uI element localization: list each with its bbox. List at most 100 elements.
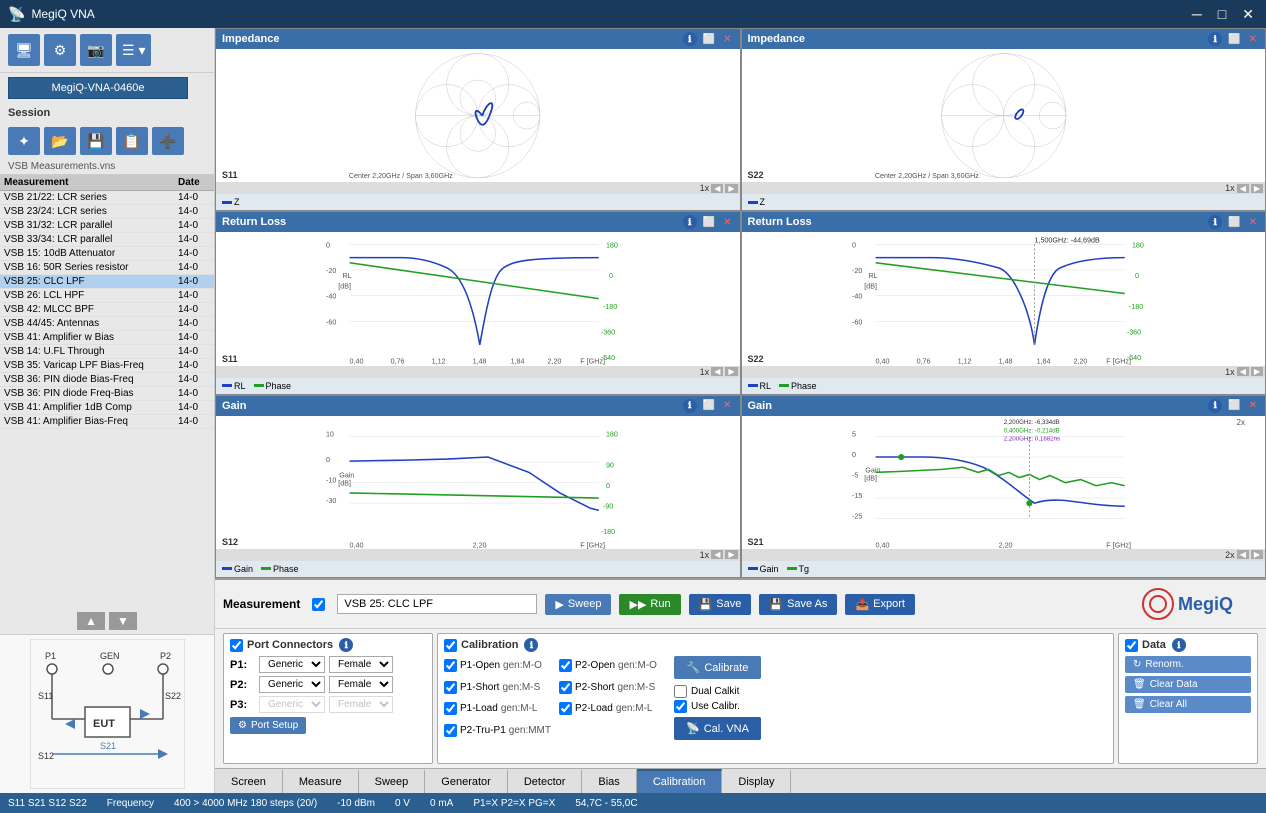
scroll-left-s12-gain[interactable]: ◀ [711,550,723,559]
data-info-icon[interactable]: ℹ [1172,638,1186,652]
nav-down-button[interactable]: ▼ [109,612,137,630]
port-p1-type[interactable]: Generic [259,656,325,673]
run-button[interactable]: ▶▶ Run [619,594,680,615]
scroll-left-s11-imp[interactable]: ◀ [711,184,723,193]
table-row[interactable]: VSB 41: Amplifier 1dB Comp14-0 [0,401,214,415]
chart-body-s22-rl[interactable]: 0 -20 -40 -60 180 0 -180 -360 -540 RL [d… [742,232,1266,365]
close-s22-rl[interactable]: ✕ [1247,217,1259,228]
table-row[interactable]: VSB 31/32: LCR parallel14-0 [0,219,214,233]
cal-vna-button[interactable]: 📡 Cal. VNA [674,717,761,740]
close-s21-gain[interactable]: ✕ [1247,400,1259,411]
table-row[interactable]: VSB 44/45: Antennas14-0 [0,317,214,331]
screenshot-button[interactable]: 📷 [80,34,112,66]
info-icon-s12-gain[interactable]: ℹ [683,399,697,413]
scroll-left-s11-rl[interactable]: ◀ [711,367,723,376]
close-s11-imp[interactable]: ✕ [721,34,733,45]
cal-p1-short-check[interactable] [444,681,457,694]
save-as-button[interactable]: 💾 Save As [759,594,837,615]
cal-p2-short-check[interactable] [559,681,572,694]
cal-p2-tru-p1-check[interactable] [444,724,457,737]
measurement-name-input[interactable] [337,594,537,614]
table-row[interactable]: VSB 21/22: LCR series14-0 [0,191,214,205]
expand-s11-imp[interactable]: ⬜ [701,34,717,45]
close-button[interactable]: ✕ [1238,6,1258,23]
tab-sweep[interactable]: Sweep [359,769,426,793]
device-selector[interactable]: MegiQ-VNA-0460e [8,77,188,99]
scroll-left-s22-imp[interactable]: ◀ [1237,184,1249,193]
scroll-left-s22-rl[interactable]: ◀ [1237,367,1249,376]
open-session-button[interactable]: 📂 [44,127,76,155]
expand-s22-rl[interactable]: ⬜ [1226,217,1242,228]
tab-screen[interactable]: Screen [215,769,283,793]
cal-enabled-checkbox[interactable] [444,639,457,652]
chart-body-s21-gain[interactable]: 5 0 -5 -15 -25 2,200GHz: -6,334dB 0,400G… [742,416,1266,549]
settings-button[interactable]: ⚙ [44,34,76,66]
scroll-right-s12-gain[interactable]: ▶ [725,550,737,559]
port-p2-gender[interactable]: Female [329,676,393,693]
table-row[interactable]: VSB 36: PIN diode Bias-Freq14-0 [0,373,214,387]
close-s12-gain[interactable]: ✕ [721,400,733,411]
tab-bias[interactable]: Bias [582,769,636,793]
info-icon-s22-rl[interactable]: ℹ [1208,215,1222,229]
expand-s12-gain[interactable]: ⬜ [701,400,717,411]
table-row[interactable]: VSB 16: 50R Series resistor14-0 [0,261,214,275]
scroll-right-s11-rl[interactable]: ▶ [725,367,737,376]
add-session-button[interactable]: ➕ [152,127,184,155]
scroll-left-s21-gain[interactable]: ◀ [1237,550,1249,559]
new-button[interactable]: 🖥 [8,34,40,66]
chart-body-s22-imp[interactable]: 4590 Center 2,20GHz / Span 3,60GHz S22 [742,49,1266,182]
cal-p2-load-check[interactable] [559,702,572,715]
table-row[interactable]: VSB 36: PIN diode Freq-Bias14-0 [0,387,214,401]
expand-s11-rl[interactable]: ⬜ [701,217,717,228]
save-button[interactable]: 💾 Save [689,594,752,615]
minimize-button[interactable]: ─ [1188,6,1206,23]
tab-calibration[interactable]: Calibration [637,769,723,793]
cal-info-icon[interactable]: ℹ [524,638,538,652]
scroll-right-s22-imp[interactable]: ▶ [1251,184,1263,193]
close-s22-imp[interactable]: ✕ [1247,34,1259,45]
table-row[interactable]: VSB 42: MLCC BPF14-0 [0,303,214,317]
chart-body-s11-imp[interactable]: Center 2,20GHz / Span 3,60GHz S11 [216,49,740,182]
port-info-icon[interactable]: ℹ [339,638,353,652]
sweep-button[interactable]: ▶ Sweep [545,594,611,615]
table-row[interactable]: VSB 41: Amplifier Bias-Freq14-0 [0,415,214,429]
tab-detector[interactable]: Detector [508,769,583,793]
new-session-button[interactable]: ✦ [8,127,40,155]
info-icon-s22-imp[interactable]: ℹ [1208,32,1222,46]
close-s11-rl[interactable]: ✕ [721,217,733,228]
export-button[interactable]: 📤 Export [845,594,915,615]
port-p1-gender[interactable]: Female [329,656,393,673]
clear-data-button[interactable]: 🗑 Clear Data [1125,676,1251,693]
menu-button[interactable]: ☰ ▾ [116,34,151,66]
tab-display[interactable]: Display [722,769,791,793]
info-icon-s11-rl[interactable]: ℹ [683,215,697,229]
table-row[interactable]: VSB 14: U.FL Through14-0 [0,345,214,359]
chart-body-s11-rl[interactable]: 0 -20 -40 -60 180 0 -180 -360 -540 RL [d… [216,232,740,365]
cal-p2-open-check[interactable] [559,659,572,672]
table-row[interactable]: VSB 15: 10dB Attenuator14-0 [0,247,214,261]
data-enabled-checkbox[interactable] [1125,639,1138,652]
table-row[interactable]: VSB 23/24: LCR series14-0 [0,205,214,219]
scroll-right-s11-imp[interactable]: ▶ [725,184,737,193]
scroll-right-s22-rl[interactable]: ▶ [1251,367,1263,376]
table-row[interactable]: VSB 26: LCL HPF14-0 [0,289,214,303]
measurement-checkbox[interactable] [312,598,325,611]
use-calibr-check[interactable] [674,700,687,713]
port-p2-type[interactable]: Generic [259,676,325,693]
scroll-right-s21-gain[interactable]: ▶ [1251,550,1263,559]
table-row[interactable]: VSB 41: Amplifier w Bias14-0 [0,331,214,345]
info-icon-s21-gain[interactable]: ℹ [1208,399,1222,413]
save-as-session-button[interactable]: 📋 [116,127,148,155]
tab-generator[interactable]: Generator [425,769,508,793]
clear-all-button[interactable]: 🗑 Clear All [1125,696,1251,713]
info-icon-s11-imp[interactable]: ℹ [683,32,697,46]
port-enabled-checkbox[interactable] [230,639,243,652]
maximize-button[interactable]: □ [1214,6,1230,23]
renorm-button[interactable]: ↻ Renorm. [1125,656,1251,673]
cal-p1-open-check[interactable] [444,659,457,672]
expand-s22-imp[interactable]: ⬜ [1226,34,1242,45]
nav-up-button[interactable]: ▲ [77,612,105,630]
tab-measure[interactable]: Measure [283,769,359,793]
table-row[interactable]: VSB 25: CLC LPF14-0 [0,275,214,289]
save-session-button[interactable]: 💾 [80,127,112,155]
